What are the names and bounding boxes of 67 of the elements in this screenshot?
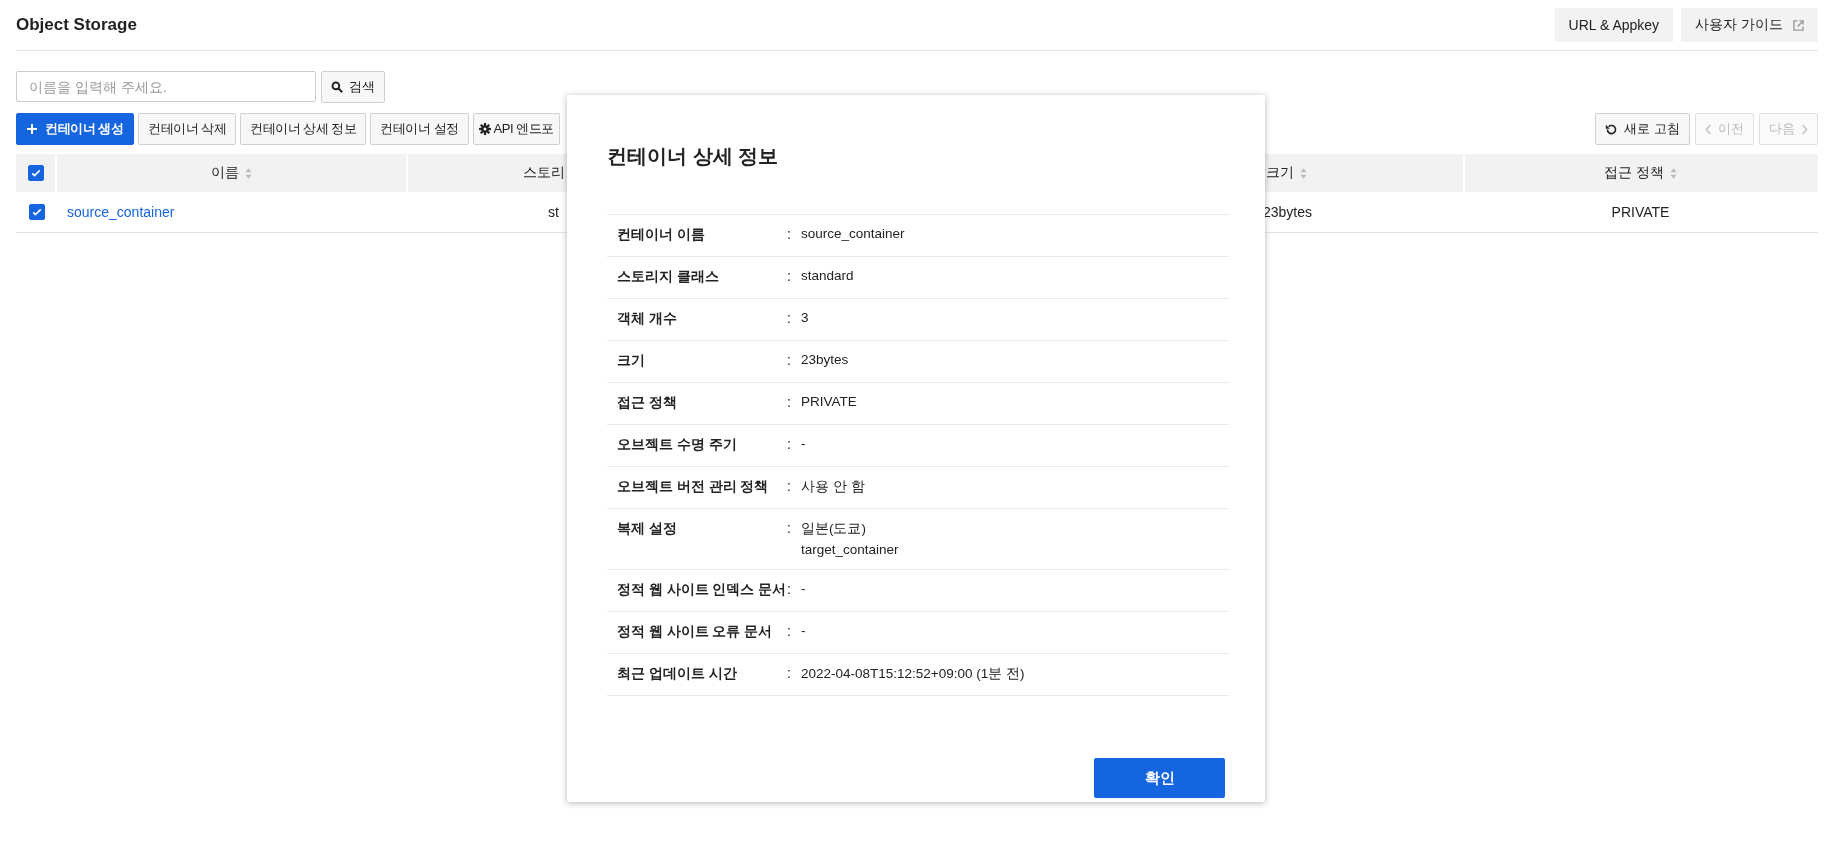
detail-value: source_container — [801, 226, 905, 241]
detail-value: 사용 안 함 — [801, 478, 865, 496]
guide-link-button[interactable]: 사용자 가이드 — [1681, 8, 1818, 42]
detail-value: PRIVATE — [801, 394, 857, 409]
detail-value: 3 — [801, 310, 809, 325]
colon-separator: : — [787, 226, 792, 244]
sort-icon[interactable] — [1300, 167, 1307, 179]
table-cell: st — [548, 204, 559, 220]
plus-icon — [27, 124, 37, 134]
gear-icon — [478, 123, 491, 135]
dialog-title: 컨테이너 상세 정보 — [607, 144, 780, 169]
sort-icon[interactable] — [245, 167, 252, 179]
detail-label: 오브젝트 버전 관리 정책 — [617, 478, 770, 496]
detail-label: 복제 설정 — [617, 520, 678, 538]
detail-label: 정적 웹 사이트 오류 문서 — [617, 623, 773, 641]
detail-value: 23bytes — [801, 352, 849, 367]
chevron-left-icon — [1705, 123, 1712, 135]
default-button[interactable]: 컨테이너 상세 정보 — [240, 113, 367, 145]
detail-value: target_container — [801, 542, 899, 557]
container-link[interactable]: source_container — [67, 204, 175, 220]
appkey-button[interactable]: URL & Appkey — [1554, 8, 1674, 42]
detail-value: 2022-04-08T15:12:52+09:00 (1분 전) — [801, 665, 1025, 683]
detail-label: 최근 업데이트 시간 — [617, 665, 738, 683]
external-link-icon — [1793, 19, 1804, 31]
default-button[interactable]: 컨테이너 설정 — [370, 113, 469, 145]
colon-separator: : — [787, 268, 792, 286]
detail-label: 접근 정책 — [617, 394, 678, 412]
confirm-button[interactable]: 확인 — [1094, 758, 1225, 798]
search-field[interactable]: 이름을 입력해 주세요. — [16, 71, 316, 102]
refresh-button[interactable]: 새로 고침 — [1595, 113, 1690, 145]
detail-label: 오브젝트 수명 주기 — [617, 436, 738, 454]
colon-separator: : — [787, 665, 792, 683]
refresh-icon — [1605, 122, 1619, 136]
colon-separator: : — [787, 478, 792, 496]
page-title: Object Storage — [16, 15, 137, 35]
checkbox[interactable] — [28, 204, 45, 220]
detail-value: - — [801, 581, 806, 596]
colon-separator: : — [787, 623, 792, 641]
search-button[interactable]: 검색 — [321, 71, 385, 103]
settings-button[interactable]: API 엔드포 — [472, 113, 560, 145]
colon-separator: : — [787, 394, 792, 412]
column-header[interactable]: 접근 정책 — [1465, 154, 1816, 192]
colon-separator: : — [787, 581, 792, 599]
default-button[interactable]: 컨테이너 삭제 — [138, 113, 237, 145]
table-cell: 23bytes — [1262, 204, 1312, 220]
checkmark-icon — [30, 206, 43, 218]
colon-separator: : — [787, 520, 792, 538]
colon-separator: : — [787, 436, 792, 454]
detail-value: 일본(도쿄) — [801, 520, 867, 538]
detail-label: 객체 개수 — [617, 310, 678, 328]
detail-value: - — [801, 436, 806, 451]
detail-label: 컨테이너 이름 — [617, 226, 706, 244]
detail-value: standard — [801, 268, 854, 283]
detail-value: - — [801, 623, 806, 638]
detail-label: 크기 — [617, 352, 646, 370]
colon-separator: : — [787, 352, 792, 370]
checkbox[interactable] — [27, 165, 44, 181]
colon-separator: : — [787, 310, 792, 328]
detail-label: 스토리지 클래스 — [617, 268, 720, 286]
sort-icon[interactable] — [1669, 167, 1677, 179]
primary-button[interactable]: 컨테이너 생성 — [16, 113, 135, 145]
search-icon — [331, 81, 343, 93]
column-header[interactable]: 이름 — [57, 154, 408, 192]
chevron-right-icon — [1801, 123, 1808, 135]
checkmark-icon — [29, 167, 42, 179]
table-cell: PRIVATE — [1611, 204, 1670, 220]
detail-label: 정적 웹 사이트 인덱스 문서 — [617, 581, 787, 599]
